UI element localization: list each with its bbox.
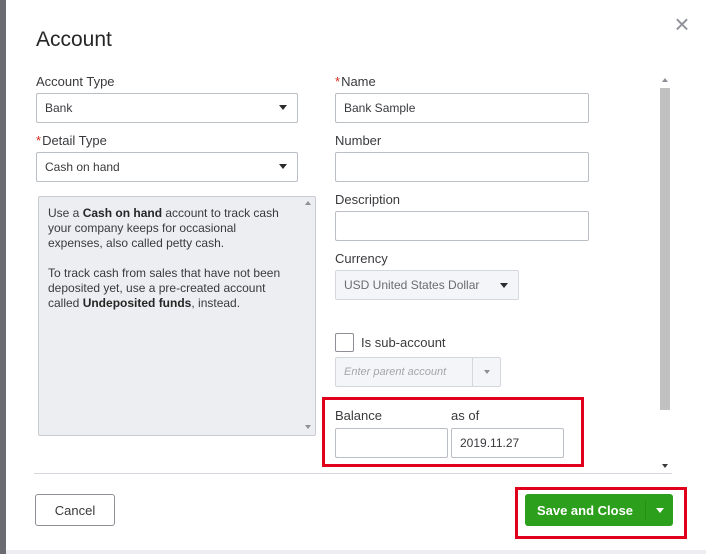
- parent-account-placeholder: Enter parent account: [344, 366, 447, 378]
- description-bold-text: Undeposited funds: [82, 296, 192, 310]
- currency-select[interactable]: USD United States Dollar: [335, 270, 519, 300]
- description-paragraph-1: Use a Cash on hand account to track cash…: [48, 206, 289, 251]
- chevron-down-icon: [500, 283, 508, 288]
- number-label: Number: [335, 133, 382, 148]
- balance-highlight-box: [322, 397, 584, 467]
- account-type-value: Bank: [45, 101, 73, 115]
- dialog-scrollbar[interactable]: [658, 74, 672, 472]
- currency-value: USD United States Dollar: [344, 278, 480, 292]
- scroll-down-icon[interactable]: [662, 464, 668, 468]
- description-text: Use a: [48, 206, 83, 220]
- sub-account-checkbox[interactable]: [335, 333, 354, 352]
- sub-account-label: Is sub-account: [361, 335, 446, 350]
- scroll-thumb[interactable]: [660, 88, 670, 410]
- footer-divider: [34, 473, 672, 474]
- scroll-down-icon[interactable]: [305, 425, 311, 429]
- currency-label: Currency: [335, 251, 388, 266]
- background-window-bottom: [6, 550, 706, 554]
- chevron-down-icon: [484, 370, 490, 374]
- description-input[interactable]: [335, 211, 589, 241]
- select-divider: [472, 358, 473, 386]
- name-input[interactable]: Bank Sample: [335, 93, 589, 123]
- detail-type-label-text: Detail Type: [42, 133, 107, 148]
- account-type-select[interactable]: Bank: [36, 93, 298, 123]
- description-text: , instead.: [191, 296, 241, 310]
- close-icon[interactable]: ×: [670, 11, 694, 37]
- account-dialog: Account × Account Type Bank *Detail Type…: [6, 0, 706, 550]
- dialog-title: Account: [36, 28, 112, 51]
- detail-type-label: *Detail Type: [36, 133, 107, 148]
- required-marker: *: [335, 74, 341, 89]
- detail-type-value: Cash on hand: [45, 160, 120, 174]
- name-label-text: Name: [341, 74, 376, 89]
- chevron-down-icon: [279, 105, 287, 110]
- save-highlight-box: [515, 487, 687, 539]
- name-label: *Name: [335, 74, 376, 89]
- cancel-button[interactable]: Cancel: [35, 494, 115, 526]
- account-type-label: Account Type: [36, 74, 115, 89]
- description-paragraph-2: To track cash from sales that have not b…: [48, 266, 289, 311]
- scroll-up-icon[interactable]: [662, 78, 668, 82]
- parent-account-select[interactable]: Enter parent account: [335, 357, 501, 387]
- description-bold-text: Cash on hand: [82, 206, 163, 220]
- scroll-up-icon[interactable]: [305, 201, 311, 205]
- chevron-down-icon: [279, 164, 287, 169]
- description-label: Description: [335, 192, 401, 207]
- number-input[interactable]: [335, 152, 589, 182]
- required-marker: *: [36, 133, 42, 148]
- detail-type-select[interactable]: Cash on hand: [36, 152, 298, 182]
- detail-type-description: Use a Cash on hand account to track cash…: [38, 196, 316, 436]
